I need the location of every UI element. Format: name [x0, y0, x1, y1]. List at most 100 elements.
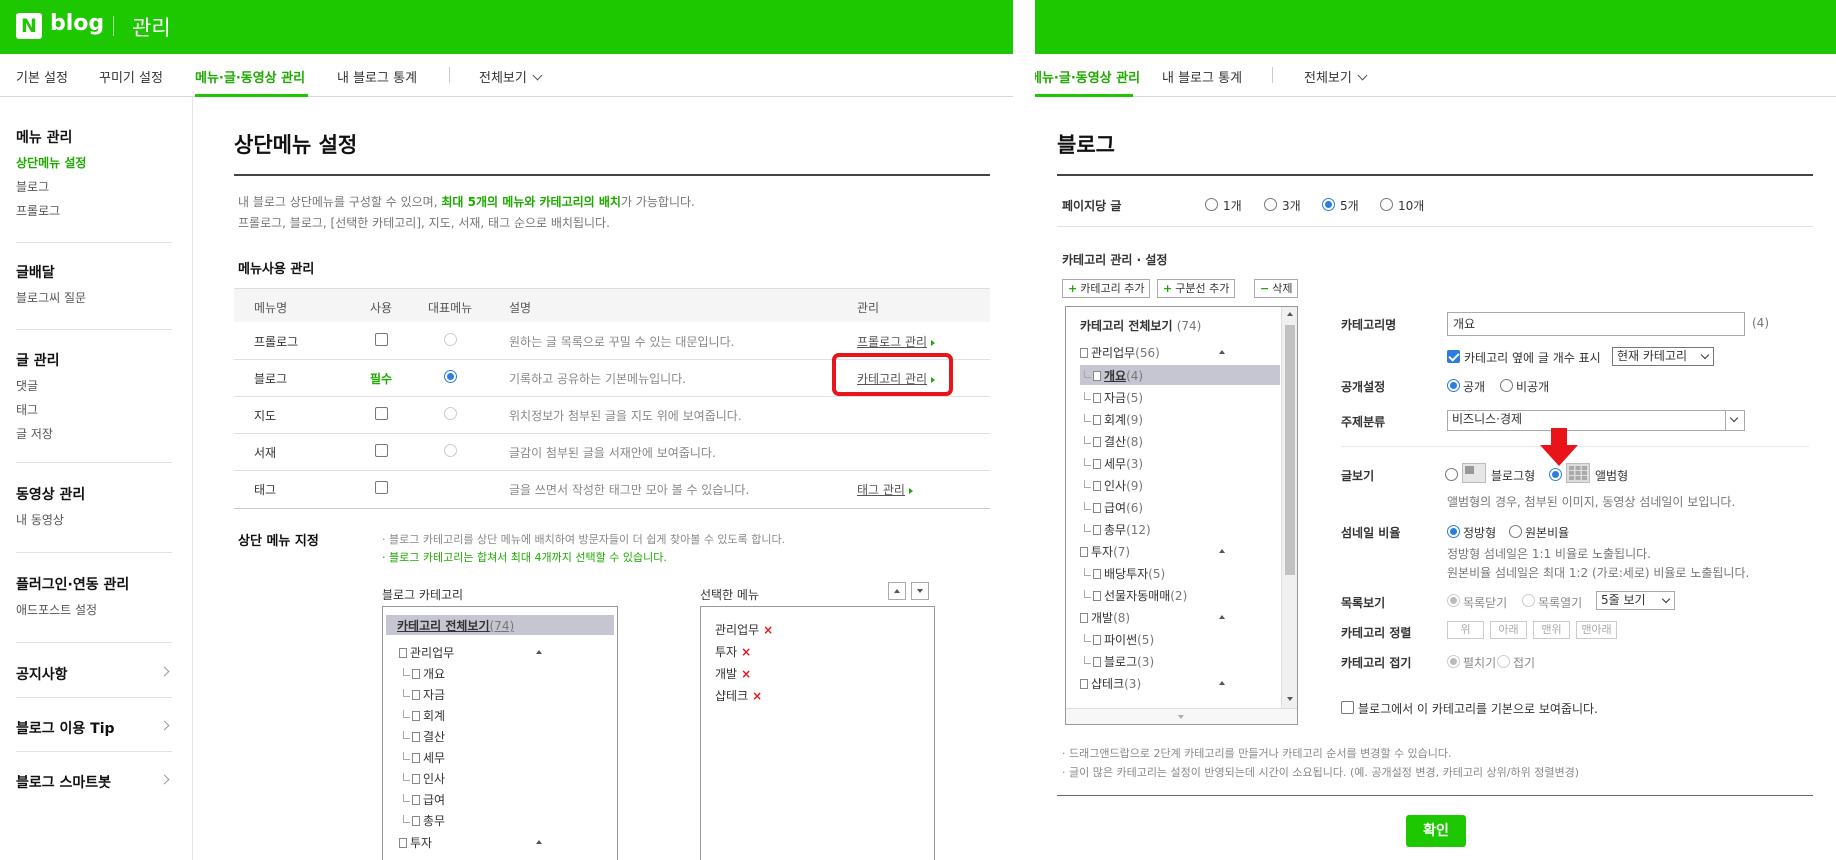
tree-scrollbar[interactable] — [1281, 307, 1297, 708]
tree-item[interactable]: 투자 — [399, 834, 432, 851]
nav-blog-stats[interactable]: 내 블로그 통계 — [337, 67, 417, 86]
list-close-radio[interactable] — [1447, 594, 1460, 607]
collapse-arrow-icon[interactable] — [1219, 350, 1225, 354]
nav-decor-settings[interactable]: 꾸미기 설정 — [99, 67, 163, 86]
tree-item[interactable]: 결산 — [403, 728, 445, 745]
tree-item[interactable]: 샵테크(3) — [1080, 675, 1141, 692]
topic-select[interactable]: 비즈니스·경제 — [1447, 410, 1745, 431]
delete-button[interactable]: − 삭제 — [1254, 279, 1299, 298]
move-down-button[interactable] — [911, 582, 929, 600]
list-lines-select[interactable]: 5줄 보기 — [1596, 591, 1675, 610]
tree-item-all[interactable]: 카테고리 전체보기(74) — [397, 617, 514, 634]
original-ratio-radio[interactable] — [1509, 525, 1522, 538]
naver-logo[interactable]: N — [16, 13, 42, 39]
fold-radio[interactable] — [1497, 655, 1510, 668]
count-scope-select[interactable]: 현재 카테고리 — [1612, 347, 1714, 366]
private-radio[interactable] — [1500, 379, 1513, 392]
sidebar-item-prologue[interactable]: 프롤로그 — [16, 202, 172, 219]
sidebar-item-tags[interactable]: 태그 — [16, 401, 172, 418]
blog-category-tree[interactable]: 카테고리 전체보기(74) 관리업무 개요 자금 회계 결산 세무 인사 급여 … — [382, 606, 618, 860]
scroll-thumb[interactable] — [1285, 325, 1295, 575]
remove-icon[interactable]: × — [763, 623, 773, 637]
sidebar-item-post-save[interactable]: 글 저장 — [16, 425, 172, 442]
tree-item[interactable]: 총무(12) — [1084, 521, 1151, 538]
sidebar-link-tips[interactable]: 블로그 이용 Tip — [16, 718, 172, 738]
category-tree[interactable]: 카테고리 전체보기 (74) 관리업무(56) 개요(4) 자금(5) 회계(9… — [1065, 306, 1298, 725]
per-page-radio-5[interactable] — [1322, 198, 1335, 211]
sidebar-item-blog[interactable]: 블로그 — [16, 178, 172, 195]
sidebar-item-top-menu[interactable]: 상단메뉴 설정 — [16, 154, 172, 171]
selected-item[interactable]: 투자 × — [715, 643, 751, 660]
prologue-manage-link[interactable]: 프롤로그 관리 — [857, 333, 936, 350]
tree-item[interactable]: 회계(9) — [1084, 411, 1143, 428]
main-menu-radio[interactable] — [444, 444, 457, 457]
expand-down-icon[interactable] — [1178, 715, 1184, 719]
public-radio[interactable] — [1447, 379, 1460, 392]
sidebar-item-blog-qna[interactable]: 블로그씨 질문 — [16, 289, 172, 306]
per-page-radio-10[interactable] — [1380, 198, 1393, 211]
default-category-checkbox[interactable] — [1341, 701, 1354, 714]
use-checkbox[interactable] — [375, 444, 388, 457]
sidebar-link-notice[interactable]: 공지사항 — [16, 664, 172, 684]
scroll-down-icon[interactable] — [1287, 697, 1293, 701]
collapse-arrow-icon[interactable] — [536, 840, 542, 844]
nav-basic-settings[interactable]: 기본 설정 — [16, 67, 68, 86]
confirm-button[interactable]: 확인 — [1406, 815, 1466, 847]
tree-item[interactable]: 인사(9) — [1084, 477, 1143, 494]
collapse-arrow-icon[interactable] — [1219, 615, 1225, 619]
tree-item[interactable]: 총무 — [403, 812, 445, 829]
tree-item[interactable]: 개발(8) — [1080, 609, 1130, 626]
use-checkbox[interactable] — [375, 481, 388, 494]
square-ratio-radio[interactable] — [1447, 525, 1460, 538]
tree-item[interactable]: 선물자동매매(2) — [1084, 587, 1187, 604]
tree-item[interactable]: 블로그(3) — [1084, 653, 1154, 670]
sidebar-item-adpost[interactable]: 애드포스트 설정 — [16, 601, 172, 618]
category-name-input[interactable]: 개요 — [1447, 312, 1745, 336]
collapse-arrow-icon[interactable] — [1219, 549, 1225, 553]
tree-item[interactable]: 인사 — [403, 770, 445, 787]
move-up-button[interactable] — [888, 582, 906, 600]
per-page-radio-1[interactable] — [1205, 198, 1218, 211]
tree-item[interactable]: 파이썬(5) — [1084, 631, 1154, 648]
tree-item[interactable]: 회계 — [403, 707, 445, 724]
remove-icon[interactable]: × — [741, 645, 751, 659]
selected-item[interactable]: 개발 × — [715, 665, 751, 682]
tree-item-all[interactable]: 카테고리 전체보기 (74) — [1080, 317, 1201, 334]
remove-icon[interactable]: × — [741, 667, 751, 681]
sidebar-item-my-video[interactable]: 내 동영상 — [16, 511, 172, 528]
tree-item[interactable]: 급여(6) — [1084, 499, 1143, 516]
unfold-radio[interactable] — [1447, 655, 1460, 668]
tree-item[interactable]: 관리업무 — [399, 644, 454, 661]
nav-menu-post-video[interactable]: 메뉴·글·동영상 관리 — [1035, 67, 1140, 86]
tree-item[interactable]: 세무(3) — [1084, 455, 1143, 472]
collapse-arrow-icon[interactable] — [1219, 681, 1225, 685]
tree-item[interactable]: 급여 — [403, 791, 445, 808]
add-divider-button[interactable]: + 구분선 추가 — [1157, 279, 1236, 298]
sort-down-button[interactable]: 아래 — [1490, 621, 1527, 639]
tree-item-selected[interactable]: 개요(4) — [1084, 367, 1143, 384]
remove-icon[interactable]: × — [752, 689, 762, 703]
nav-view-all[interactable]: 전체보기 — [1304, 67, 1368, 86]
tree-expand-bar[interactable] — [1066, 708, 1297, 724]
selected-menu-list[interactable]: 관리업무 × 투자 × 개발 × 샵테크 × — [700, 606, 935, 860]
tree-item[interactable]: 결산(8) — [1084, 433, 1143, 450]
tree-item[interactable]: 투자(7) — [1080, 543, 1130, 560]
main-menu-radio[interactable] — [444, 407, 457, 420]
sort-bottom-button[interactable]: 맨아래 — [1576, 621, 1617, 639]
sort-top-button[interactable]: 맨위 — [1533, 621, 1570, 639]
selected-item[interactable]: 관리업무 × — [715, 621, 773, 638]
nav-menu-post-video[interactable]: 메뉴·글·동영상 관리 — [195, 67, 305, 86]
tree-item[interactable]: 관리업무(56) — [1080, 344, 1160, 361]
show-count-checkbox[interactable] — [1447, 350, 1460, 363]
use-checkbox[interactable] — [375, 333, 388, 346]
blog-type-radio[interactable] — [1445, 468, 1458, 481]
album-type-radio[interactable] — [1549, 468, 1562, 481]
blog-logo[interactable]: blog — [50, 11, 104, 36]
tree-item[interactable]: 세무 — [403, 749, 445, 766]
main-menu-radio[interactable] — [444, 370, 457, 383]
per-page-radio-3[interactable] — [1264, 198, 1277, 211]
sidebar-link-smartbot[interactable]: 블로그 스마트봇 — [16, 772, 172, 792]
tag-manage-link[interactable]: 태그 관리 — [857, 481, 913, 498]
sidebar-item-comments[interactable]: 댓글 — [16, 377, 172, 394]
nav-blog-stats[interactable]: 내 블로그 통계 — [1162, 67, 1242, 86]
